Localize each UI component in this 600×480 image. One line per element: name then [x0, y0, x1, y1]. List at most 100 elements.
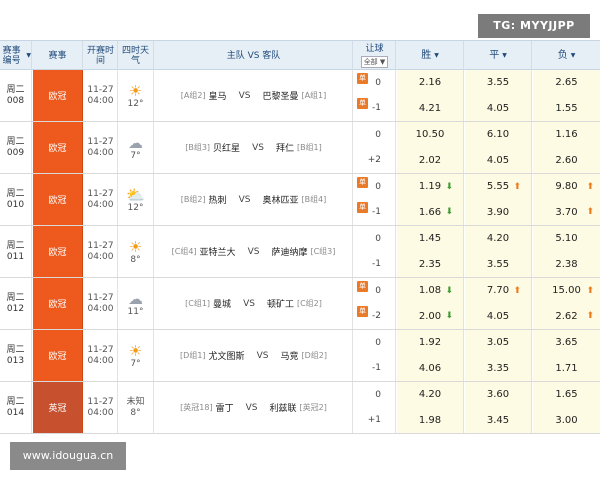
odds-draw-main[interactable]: 3.05 [465, 330, 531, 355]
odds-lose-handicap[interactable]: 1.55 [533, 96, 600, 121]
header-draw[interactable]: 平 ▼ [465, 41, 532, 70]
table-row[interactable]: 周二 013 欧冠 11-27 04:00 ☀ 7° [D组1] 尤文图斯 VS… [0, 330, 600, 382]
home-team[interactable]: 曼城 [213, 297, 231, 310]
odds-draw-handicap[interactable]: 3.35 [465, 356, 531, 381]
odds-draw-handicap[interactable]: 4.05 [465, 96, 531, 121]
odds-win-handicap[interactable]: 4.21 [397, 96, 463, 121]
odds-lose-handicap[interactable]: 2.60 [533, 148, 600, 173]
odds-win-handicap[interactable]: 2.35 [397, 252, 463, 277]
odds-value: 2.35 [418, 258, 442, 270]
odds-lose-main[interactable]: 3.65 [533, 330, 600, 355]
away-team[interactable]: 奥林匹亚 [262, 193, 298, 206]
match-day: 周二 [6, 188, 25, 199]
odds-win-handicap[interactable]: 2.00 ⬇ [397, 304, 463, 329]
odds-win-main[interactable]: 2.16 [397, 70, 463, 95]
odds-win-main[interactable]: 1.08 ⬇ [397, 278, 463, 303]
match-teams[interactable]: [C组1] 曼城 VS 顿矿工 [C组2] [155, 278, 353, 329]
odds-draw-main[interactable]: 6.10 [465, 122, 531, 147]
odds-win-main[interactable]: 10.50 [397, 122, 463, 147]
home-team[interactable]: 亚特兰大 [200, 245, 236, 258]
match-num: 011 [6, 251, 25, 262]
odds-draw-main[interactable]: 4.20 [465, 226, 531, 251]
away-team[interactable]: 马竞 [280, 349, 298, 362]
league-badge[interactable]: 欧冠 [33, 278, 83, 329]
match-teams[interactable]: [C组4] 亚特兰大 VS 萨迪纳摩 [C组3] [155, 226, 353, 277]
kickoff-time: 11-27 04:00 [84, 174, 118, 225]
home-team[interactable]: 贝红星 [213, 141, 240, 154]
away-team[interactable]: 萨迪纳摩 [271, 245, 307, 258]
odds-lose-main[interactable]: 15.00 ⬆ [533, 278, 600, 303]
odds-lose-main[interactable]: 1.65 [533, 382, 600, 407]
table-row[interactable]: 周二 008 欧冠 11-27 04:00 ☀ 12° [A组2] 皇马 VS … [0, 70, 600, 122]
header-match-no[interactable]: 赛事编号 ▼ [0, 41, 32, 70]
league-badge[interactable]: 英冠 [33, 382, 83, 433]
home-team[interactable]: 皇马 [209, 89, 227, 102]
win-odds: 1.19 ⬇ 1.66 ⬇ [397, 174, 464, 225]
draw-odds: 3.60 3.45 [465, 382, 532, 433]
kickoff-date: 11-27 [87, 344, 114, 355]
odds-value: 2.65 [555, 77, 578, 89]
odds-draw-handicap[interactable]: 4.05 [465, 304, 531, 329]
home-team[interactable]: 雷丁 [216, 401, 234, 414]
away-team[interactable]: 巴黎圣曼 [262, 89, 298, 102]
sun-cloud-icon: ⛅ [126, 185, 145, 204]
odds-draw-main[interactable]: 3.55 [465, 70, 531, 95]
match-teams[interactable]: [A组2] 皇马 VS 巴黎圣曼 [A组1] [155, 70, 353, 121]
match-teams[interactable]: [D组1] 尤文图斯 VS 马竞 [D组2] [155, 330, 353, 381]
away-team[interactable]: 拜仁 [276, 141, 294, 154]
odds-win-main[interactable]: 1.92 [397, 330, 463, 355]
away-team[interactable]: 利兹联 [269, 401, 296, 414]
header-lose[interactable]: 负 ▼ [533, 41, 600, 70]
odds-draw-handicap[interactable]: 3.55 [465, 252, 531, 277]
table-row[interactable]: 周二 011 欧冠 11-27 04:00 ☀ 8° [C组4] 亚特兰大 VS… [0, 226, 600, 278]
odds-win-handicap[interactable]: 1.98 [397, 408, 463, 433]
odds-lose-main[interactable]: 1.16 [533, 122, 600, 147]
odds-win-main[interactable]: 1.19 ⬇ [397, 174, 463, 199]
odds-draw-main[interactable]: 7.70 ⬆ [465, 278, 531, 303]
odds-value: 1.45 [418, 233, 442, 245]
away-team[interactable]: 顿矿工 [267, 297, 294, 310]
table-row[interactable]: 周二 012 欧冠 11-27 04:00 ☁ 11° [C组1] 曼城 VS … [0, 278, 600, 330]
home-team[interactable]: 尤文图斯 [209, 349, 245, 362]
odds-draw-handicap[interactable]: 3.90 [465, 200, 531, 225]
match-teams[interactable]: [B组2] 热刺 VS 奥林匹亚 [B组4] [155, 174, 353, 225]
kickoff-date: 11-27 [87, 240, 114, 251]
sort-caret-icon: ▼ [570, 51, 576, 59]
odds-win-handicap[interactable]: 1.66 ⬇ [397, 200, 463, 225]
league-badge[interactable]: 欧冠 [33, 122, 83, 173]
table-row[interactable]: 周二 014 英冠 11-27 04:00 未知 8° [英冠18] 雷丁 VS… [0, 382, 600, 434]
odds-draw-handicap[interactable]: 3.45 [465, 408, 531, 433]
league-badge[interactable]: 欧冠 [33, 174, 83, 225]
league-badge[interactable]: 欧冠 [33, 70, 83, 121]
league-badge[interactable]: 欧冠 [33, 330, 83, 381]
odds-lose-main[interactable]: 9.80 ⬆ [533, 174, 600, 199]
odds-value: 3.55 [486, 77, 510, 89]
odds-lose-handicap[interactable]: 2.38 [533, 252, 600, 277]
odds-win-main[interactable]: 4.20 [397, 382, 463, 407]
odds-lose-handicap[interactable]: 3.70 ⬆ [533, 200, 600, 225]
odds-lose-main[interactable]: 2.65 [533, 70, 600, 95]
odds-win-handicap[interactable]: 4.06 [397, 356, 463, 381]
table-row[interactable]: 周二 010 欧冠 11-27 04:00 ⛅ 12° [B组2] 热刺 VS … [0, 174, 600, 226]
odds-lose-main[interactable]: 5.10 [533, 226, 600, 251]
match-teams[interactable]: [B组3] 贝红星 VS 拜仁 [B组1] [155, 122, 353, 173]
odds-draw-handicap[interactable]: 4.05 [465, 148, 531, 173]
match-teams[interactable]: [英冠18] 雷丁 VS 利兹联 [英冠2] [155, 382, 353, 433]
home-team[interactable]: 热刺 [209, 193, 227, 206]
handicap-filter-select[interactable]: 全部 ▼ [360, 55, 389, 68]
away-group: [英冠2] [299, 403, 327, 412]
table-row[interactable]: 周二 009 欧冠 11-27 04:00 ☁ 7° [B组3] 贝红星 VS … [0, 122, 600, 174]
handicap-filter-value: 全部 [363, 57, 378, 66]
header-win[interactable]: 胜 ▼ [397, 41, 464, 70]
league-badge[interactable]: 欧冠 [33, 226, 83, 277]
odds-win-main[interactable]: 1.45 [397, 226, 463, 251]
kickoff-date: 11-27 [87, 292, 114, 303]
odds-lose-handicap[interactable]: 3.00 [533, 408, 600, 433]
handicap-main: 0 [375, 182, 381, 192]
odds-win-handicap[interactable]: 2.02 [397, 148, 463, 173]
odds-lose-handicap[interactable]: 2.62 ⬆ [533, 304, 600, 329]
odds-lose-handicap[interactable]: 1.71 [533, 356, 600, 381]
odds-draw-main[interactable]: 3.60 [465, 382, 531, 407]
odds-value: 15.00 [552, 285, 581, 297]
odds-draw-main[interactable]: 5.55 ⬆ [465, 174, 531, 199]
